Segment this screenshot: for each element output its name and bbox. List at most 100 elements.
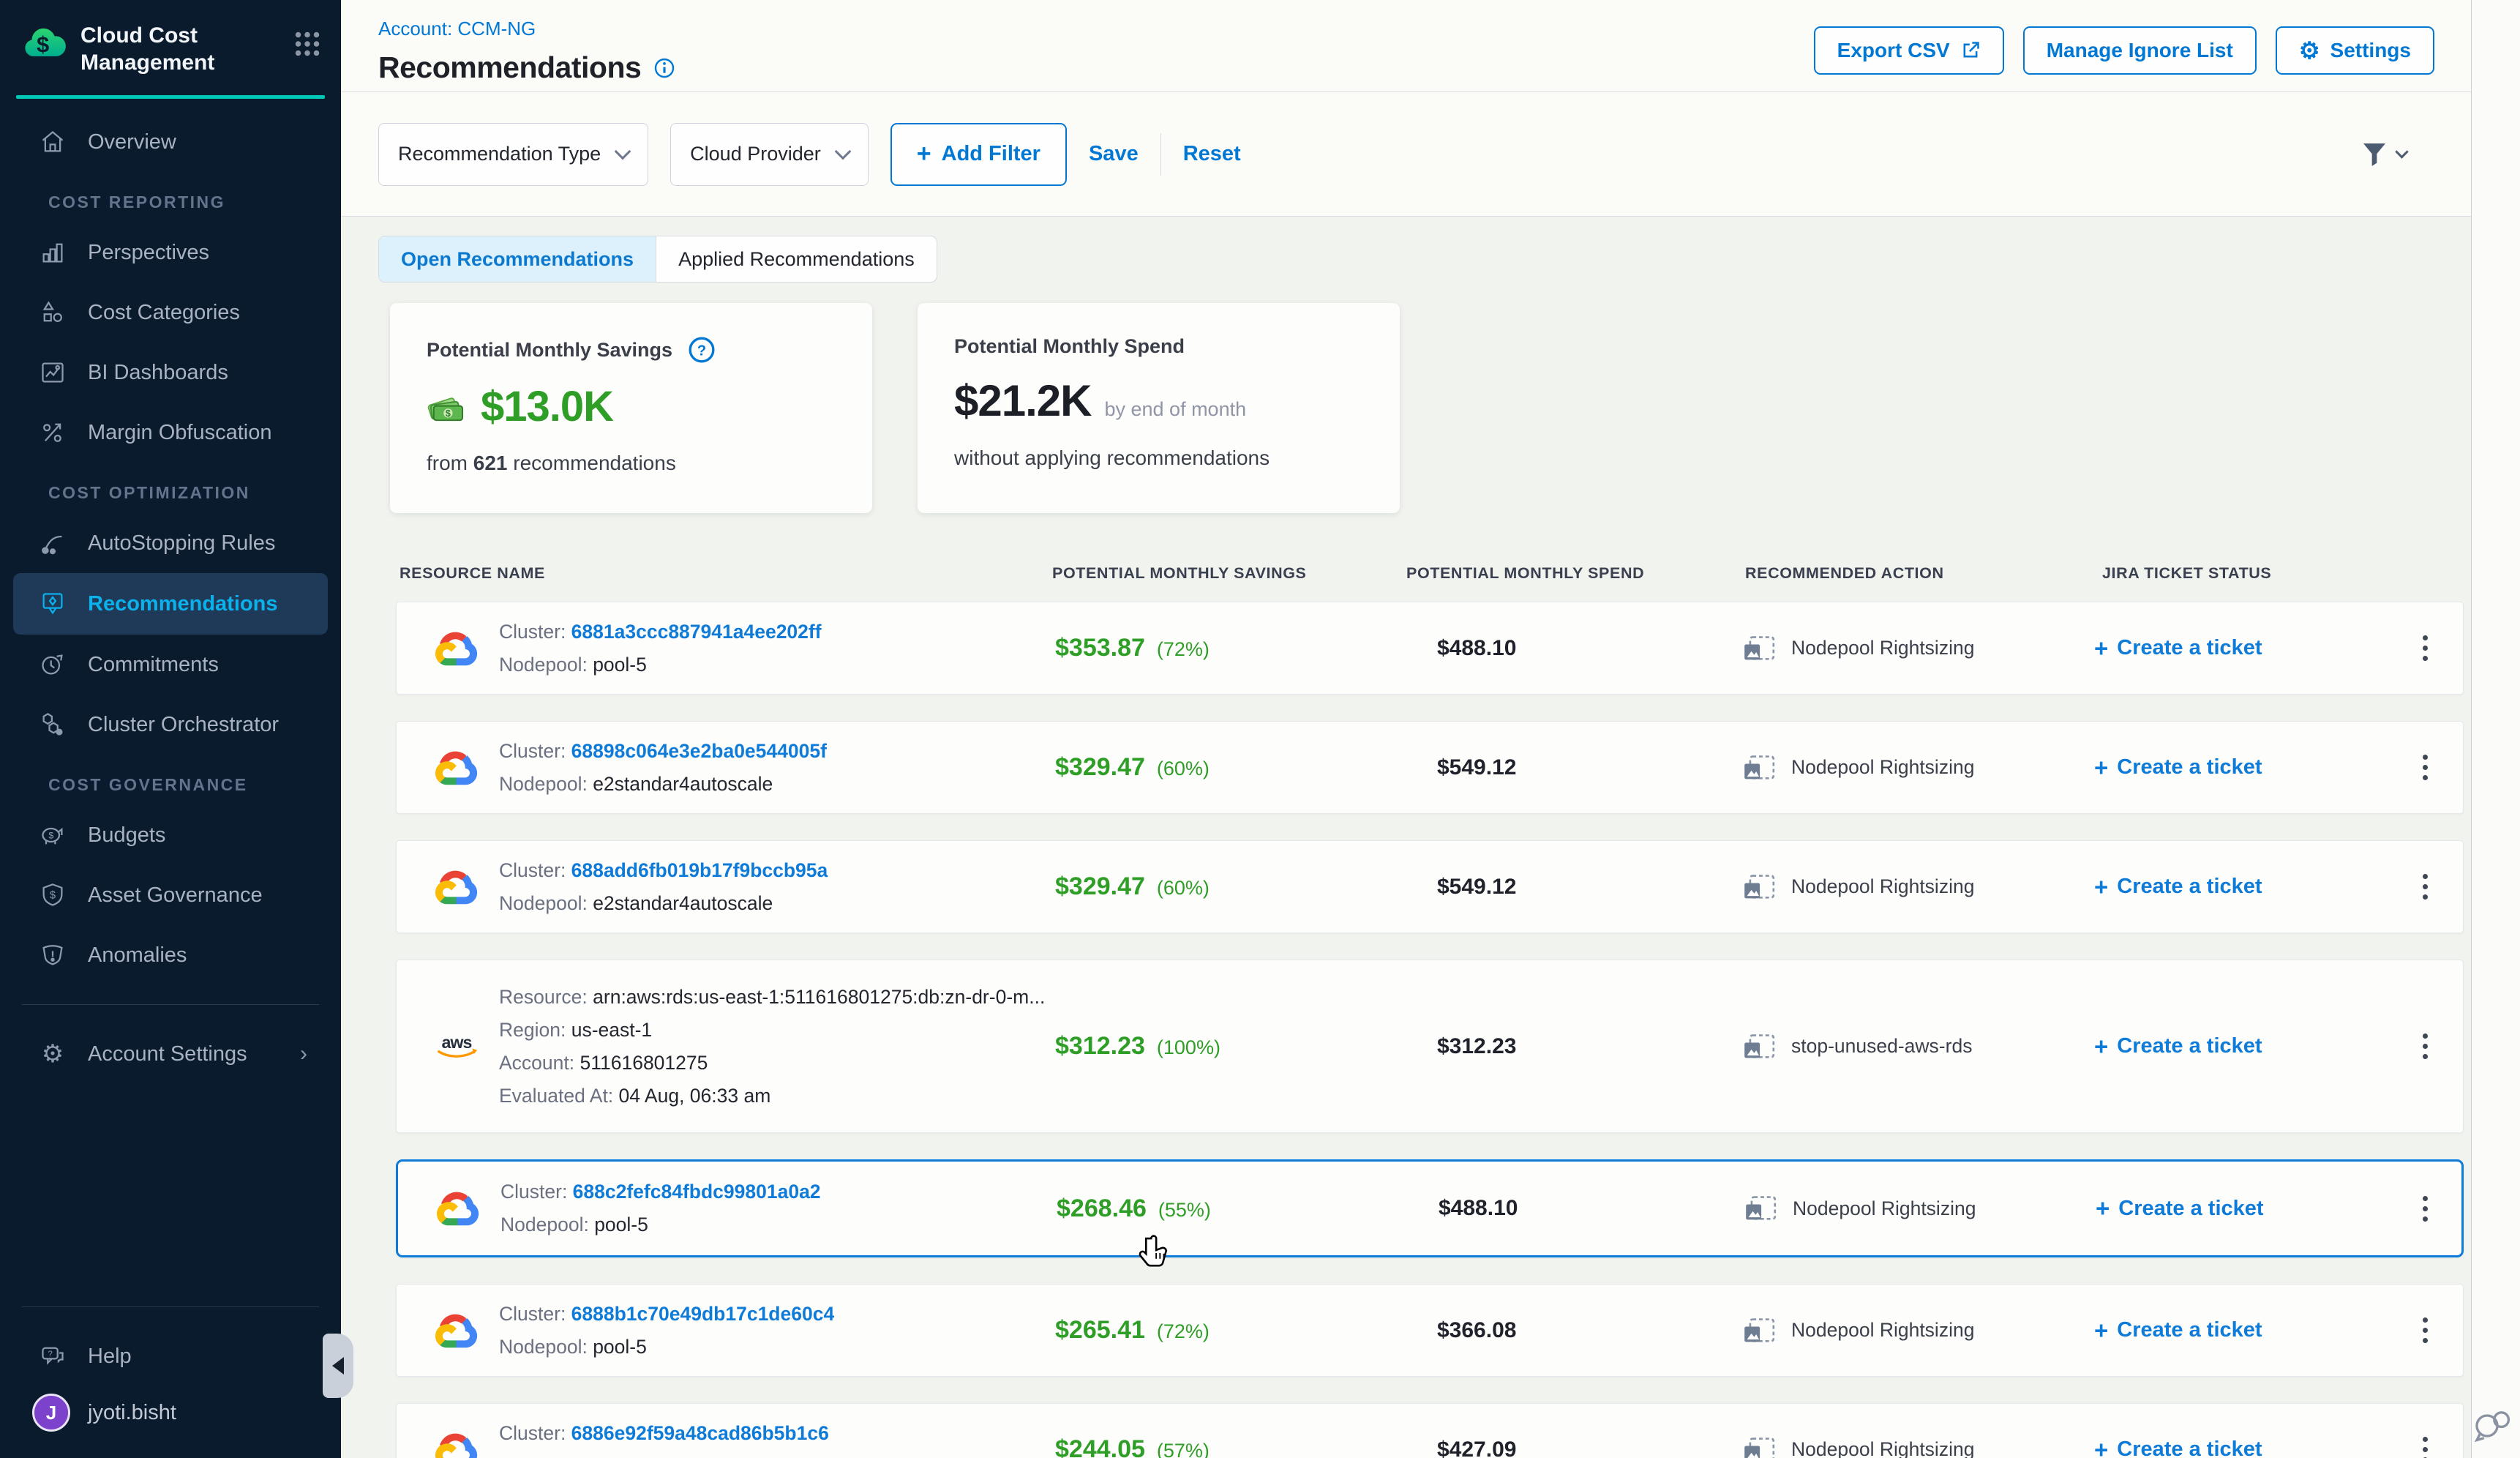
svg-text:aws: aws (441, 1032, 471, 1051)
sidebar-item-margin-obfuscation[interactable]: Margin Obfuscation (0, 403, 341, 463)
sidebar-item-autostopping-rules[interactable]: AutoStopping Rules (0, 513, 341, 573)
savings-cell: $353.87 (72%) (1055, 634, 1406, 662)
table-row[interactable]: aws Cluster: 6888b1c70e49db17c1de60c4Nod… (396, 1284, 2464, 1377)
help-chat-icon: ? (37, 1343, 69, 1369)
question-icon[interactable]: ? (687, 335, 716, 364)
resource-label: Nodepool: (499, 773, 593, 795)
resource-label: Resource: (499, 986, 593, 1008)
rightsizing-icon (1743, 871, 1775, 903)
create-ticket-link[interactable]: + Create a ticket (2094, 873, 2262, 901)
sidebar-item-account-settings[interactable]: ⚙ Account Settings › (0, 1024, 341, 1084)
resource-value: us-east-1 (571, 1019, 652, 1041)
sidebar-collapse-button[interactable] (323, 1334, 353, 1398)
savings-value: $265.41 (1055, 1316, 1145, 1345)
kebab-menu-icon[interactable] (2415, 747, 2435, 788)
resource-cell: aws Cluster: 6886e92f59a48cad86b5b1c6Nod… (433, 1417, 1055, 1458)
avatar: J (32, 1394, 70, 1432)
sidebar-item-anomalies[interactable]: Anomalies (0, 925, 341, 985)
sidebar-item-overview[interactable]: Overview (0, 112, 341, 172)
jira-cell: + Create a ticket (2085, 1195, 2388, 1222)
resource-value: e2standar4autoscale (593, 892, 773, 914)
svg-text:$: $ (446, 408, 451, 419)
save-filter-button[interactable]: Save (1089, 142, 1139, 166)
create-ticket-link[interactable]: + Create a ticket (2094, 754, 2262, 782)
kebab-menu-icon[interactable] (2415, 1310, 2435, 1350)
gcp-logo-icon (433, 629, 480, 668)
cloud-provider-dropdown[interactable]: Cloud Provider (670, 123, 869, 186)
sidebar-item-bi-dashboards[interactable]: BI Dashboards (0, 343, 341, 403)
resource-label: Evaluated At: (499, 1085, 619, 1107)
sidebar-item-help[interactable]: ? Help (0, 1326, 341, 1386)
sidebar-item-asset-governance[interactable]: $ Asset Governance (0, 865, 341, 925)
main-area: Account: CCM-NG Recommendations Export C… (341, 0, 2471, 1458)
table-row[interactable]: aws Cluster: 6886e92f59a48cad86b5b1c6Nod… (396, 1403, 2464, 1458)
table-row[interactable]: aws Cluster: 688add6fb019b17f9bccb95aNod… (396, 840, 2464, 933)
resource-link[interactable]: 68898c064e3e2ba0e544005f (571, 740, 827, 762)
recommended-action-label: stop-unused-aws-rds (1791, 1035, 1972, 1058)
section-cost-governance: COST GOVERNANCE (0, 755, 341, 805)
recommendations-table-body: aws Cluster: 6881a3ccc887941a4ee202ffNod… (396, 602, 2464, 1458)
kebab-menu-icon[interactable] (2415, 1026, 2435, 1066)
tab-applied-recommendations[interactable]: Applied Recommendations (656, 236, 937, 282)
resource-value: pool-5 (594, 1214, 648, 1235)
resource-label: Nodepool: (499, 1336, 593, 1358)
reset-filter-button[interactable]: Reset (1183, 142, 1241, 166)
resource-label: Cluster: (499, 1422, 571, 1444)
resource-link[interactable]: 6881a3ccc887941a4ee202ff (571, 621, 822, 643)
sidebar-item-perspectives[interactable]: Perspectives (0, 223, 341, 283)
manage-ignore-list-button[interactable]: Manage Ignore List (2023, 26, 2257, 75)
breadcrumb-account-link[interactable]: Account: CCM-NG (378, 18, 676, 40)
create-ticket-link[interactable]: + Create a ticket (2094, 635, 2262, 662)
savings-percent: (55%) (1158, 1199, 1211, 1222)
kebab-menu-icon[interactable] (2415, 628, 2435, 668)
filter-panel-toggle[interactable] (2359, 140, 2407, 169)
sidebar-item-cluster-orchestrator[interactable]: Cluster Orchestrator (0, 695, 341, 755)
create-ticket-link[interactable]: + Create a ticket (2096, 1195, 2264, 1222)
sidebar-item-budgets[interactable]: $ Budgets (0, 805, 341, 865)
info-icon[interactable] (653, 56, 676, 80)
table-row[interactable]: aws Cluster: 6881a3ccc887941a4ee202ffNod… (396, 602, 2464, 695)
recommendations-icon (37, 591, 69, 617)
gcp-logo-icon (433, 1431, 480, 1458)
resource-lines: Cluster: 6881a3ccc887941a4ee202ffNodepoo… (499, 616, 822, 681)
kebab-menu-icon[interactable] (2415, 1189, 2435, 1229)
resource-link[interactable]: 6888b1c70e49db17c1de60c4 (571, 1303, 835, 1325)
create-ticket-link[interactable]: + Create a ticket (2094, 1436, 2262, 1458)
home-icon (37, 129, 69, 155)
gear-icon: ⚙ (37, 1039, 69, 1069)
user-profile[interactable]: J jyoti.bisht (0, 1386, 341, 1458)
recommended-action-label: Nodepool Rightsizing (1791, 756, 1974, 779)
resource-link[interactable]: 688add6fb019b17f9bccb95a (571, 859, 828, 881)
sidebar-item-recommendations[interactable]: Recommendations (13, 573, 328, 635)
sidebar-item-cost-categories[interactable]: Cost Categories (0, 283, 341, 343)
sidebar-item-commitments[interactable]: Commitments (0, 635, 341, 695)
recommendation-type-dropdown[interactable]: Recommendation Type (378, 123, 648, 186)
spend-caption: without applying recommendations (954, 446, 1363, 470)
resource-cell: aws Cluster: 688add6fb019b17f9bccb95aNod… (433, 854, 1055, 920)
kebab-menu-icon[interactable] (2415, 867, 2435, 907)
resource-link[interactable]: 688c2fefc84fbdc99801a0a2 (573, 1181, 821, 1203)
spend-value: $312.23 (1406, 1034, 1743, 1059)
chat-widget-icon[interactable] (2472, 1407, 2513, 1445)
module-grid-icon[interactable] (293, 29, 322, 59)
savings-percent: (72%) (1157, 638, 1210, 661)
export-csv-button[interactable]: Export CSV (1814, 26, 2004, 75)
scrollbar-gutter[interactable] (2471, 0, 2520, 1458)
resource-cell: aws Cluster: 6888b1c70e49db17c1de60c4Nod… (433, 1298, 1055, 1364)
table-row[interactable]: aws Cluster: 68898c064e3e2ba0e544005fNod… (396, 721, 2464, 814)
add-filter-button[interactable]: + Add Filter (890, 123, 1067, 186)
create-ticket-link[interactable]: + Create a ticket (2094, 1033, 2262, 1061)
settings-button[interactable]: ⚙ Settings (2276, 26, 2434, 75)
tab-open-recommendations[interactable]: Open Recommendations (379, 236, 656, 282)
resource-link[interactable]: 6886e92f59a48cad86b5b1c6 (571, 1422, 829, 1444)
content-area: Open Recommendations Applied Recommendat… (341, 217, 2471, 1458)
table-row[interactable]: aws Cluster: 688c2fefc84fbdc99801a0a2Nod… (396, 1159, 2464, 1257)
create-ticket-link[interactable]: + Create a ticket (2094, 1317, 2262, 1345)
summary-cards: Potential Monthly Savings ? (390, 303, 2471, 513)
table-row[interactable]: aws Resource: arn:aws:rds:us-east-1:5116… (396, 960, 2464, 1133)
savings-cell: $268.46 (55%) (1057, 1195, 1408, 1223)
kebab-menu-icon[interactable] (2415, 1429, 2435, 1458)
svg-text:$: $ (50, 890, 56, 902)
savings-value: $312.23 (1055, 1032, 1145, 1061)
resource-value: pool-5 (593, 1455, 647, 1458)
